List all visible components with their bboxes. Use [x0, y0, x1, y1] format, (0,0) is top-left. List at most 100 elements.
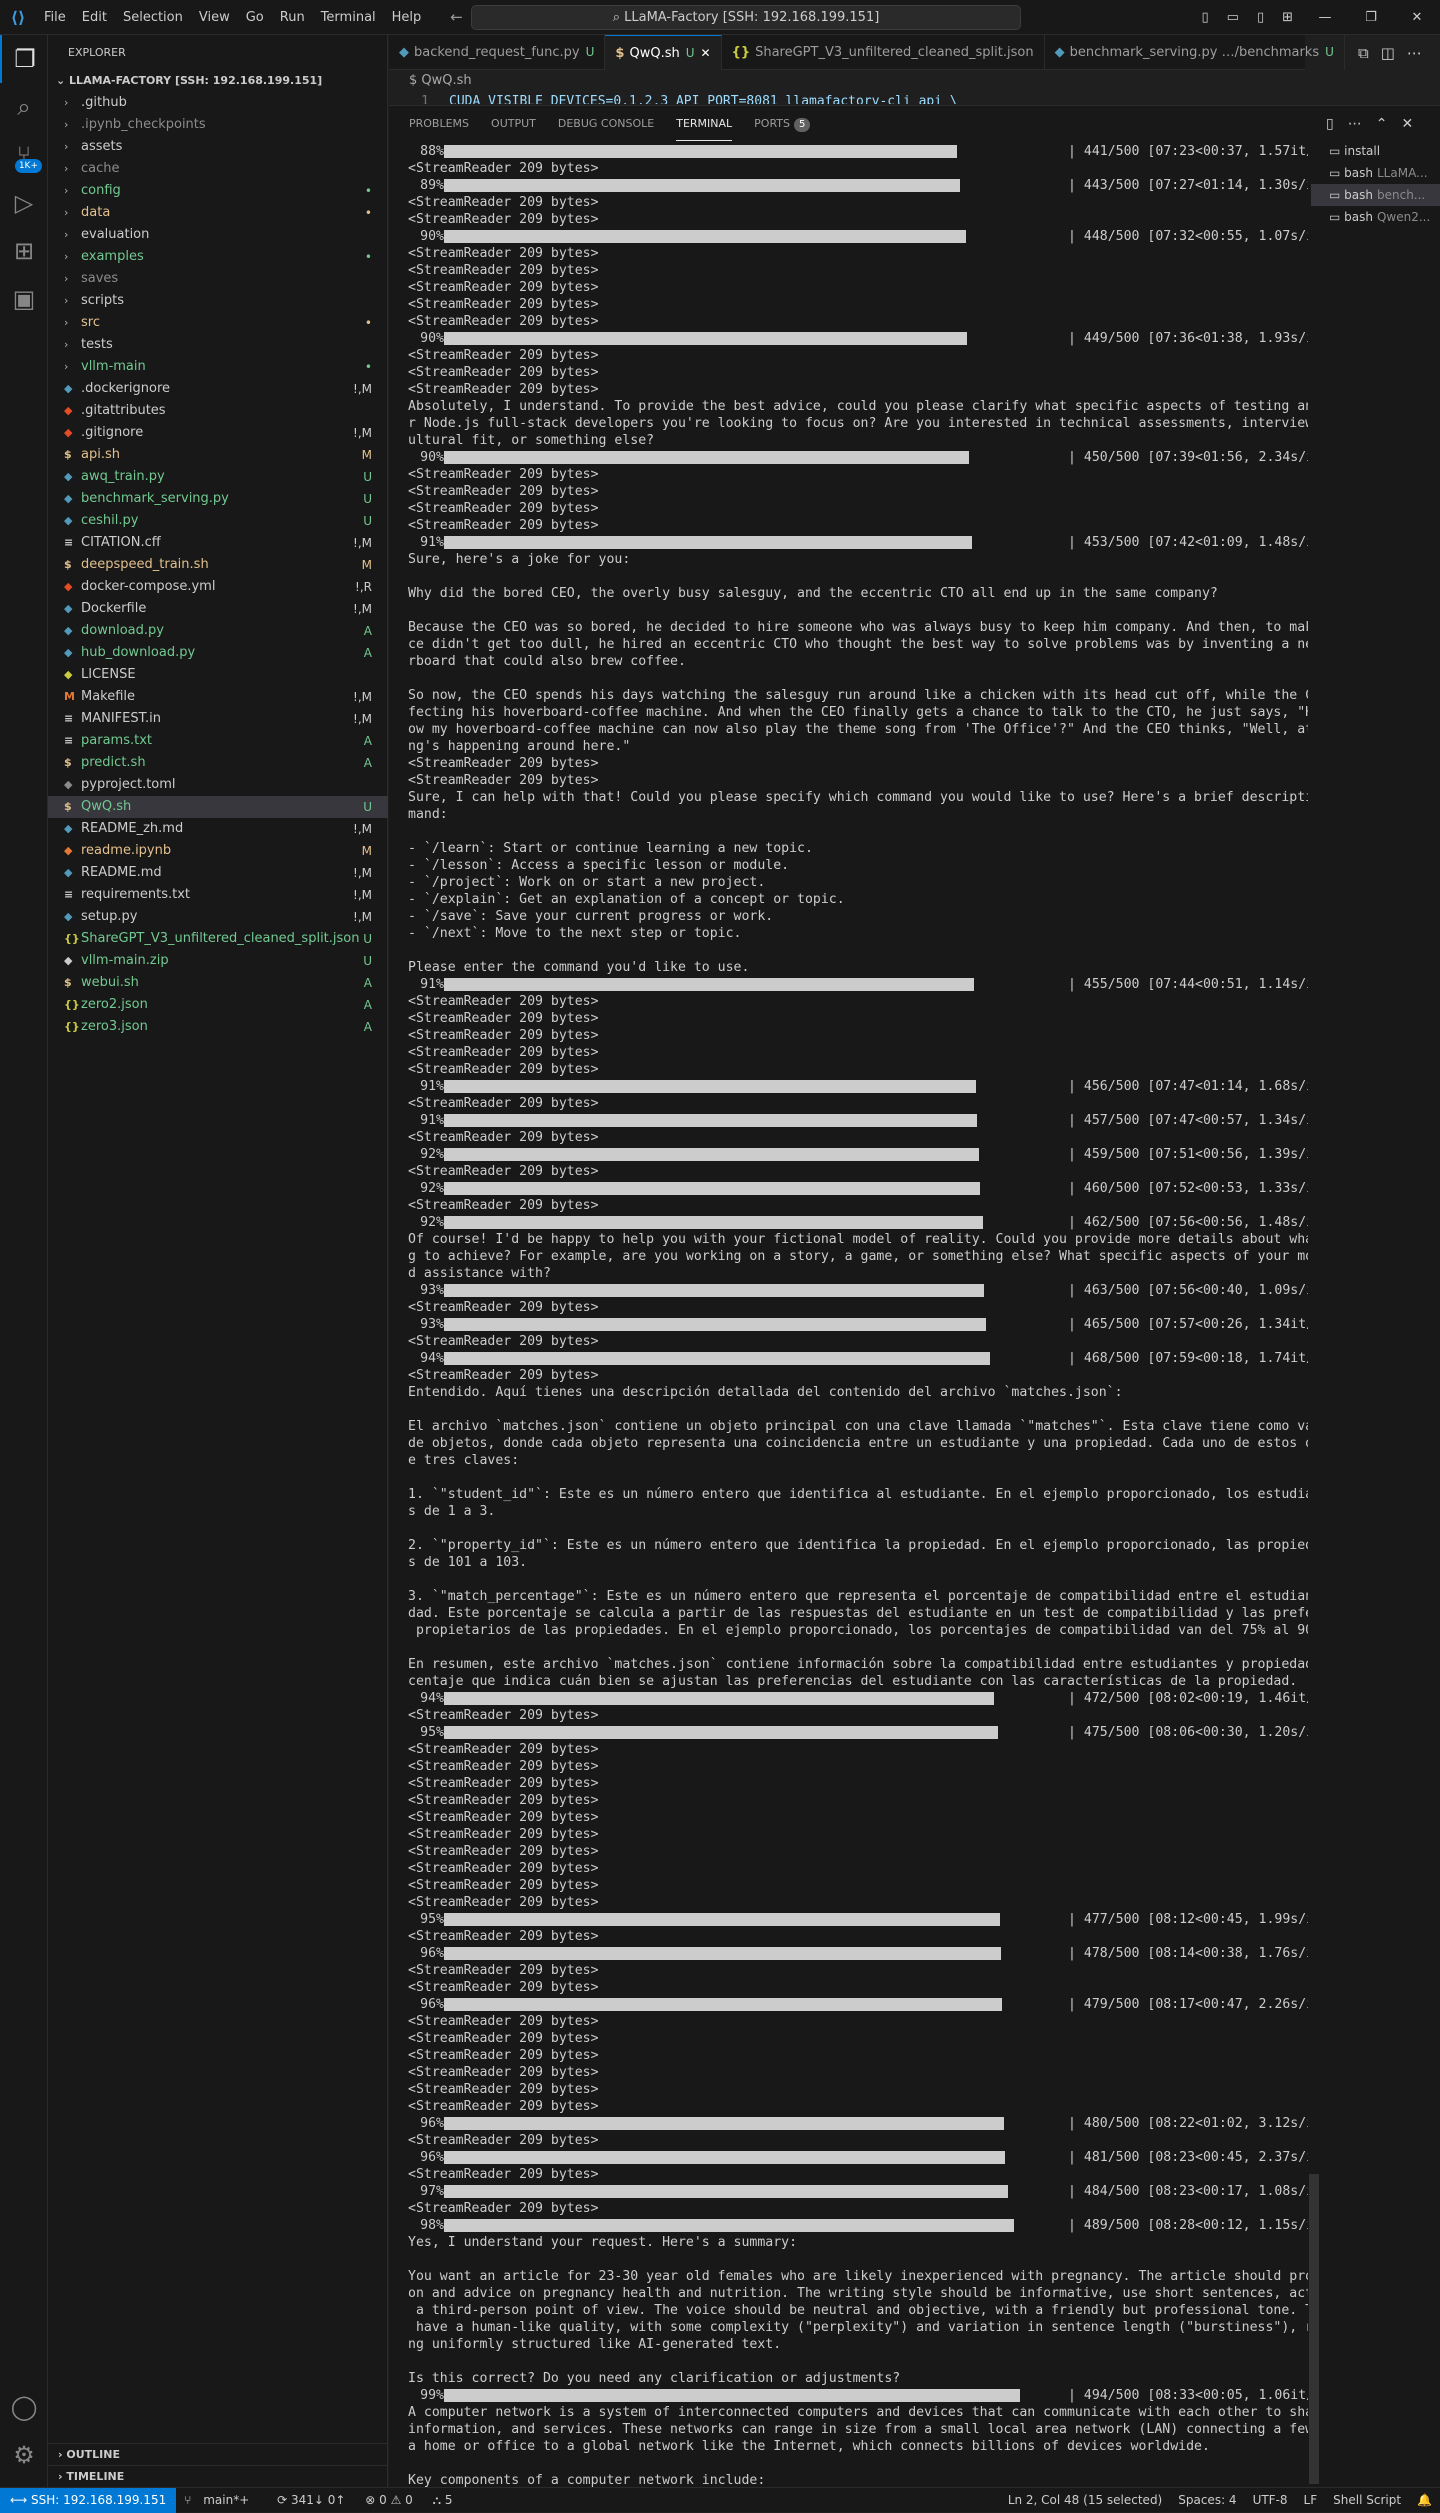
close-panel-icon[interactable]: ✕ — [1394, 116, 1420, 132]
file-item[interactable]: $ QwQ.sh U — [48, 796, 388, 818]
customize-layout-icon[interactable]: ⊞ — [1273, 10, 1302, 25]
editor-first-line[interactable]: 1 CUDA_VISIBLE_DEVICES=0,1,2,3 API_PORT=8… — [389, 92, 1305, 104]
explorer-icon[interactable]: ❐ — [0, 35, 48, 83]
panel-tab-ports[interactable]: PORTS 5 — [754, 106, 811, 141]
manage-gear-icon[interactable]: ⚙ — [0, 2431, 48, 2479]
terminal-instance[interactable]: ▭ bash LLaMA... — [1311, 162, 1440, 184]
panel-tab-output[interactable]: OUTPUT — [491, 106, 536, 141]
file-item[interactable]: ◆ LICENSE — [48, 664, 388, 686]
menu-terminal[interactable]: Terminal — [313, 0, 384, 35]
folder-item[interactable]: › src • — [48, 312, 388, 334]
terminal-scrollbar[interactable] — [1309, 2174, 1319, 2484]
extensions-icon[interactable]: ⊞ — [0, 227, 48, 275]
file-item[interactable]: ◆ .gitignore !,M — [48, 422, 388, 444]
problems-indicator[interactable]: ⊗ 0 ⚠ 0 — [357, 2493, 421, 2507]
panel-tab-problems[interactable]: PROBLEMS — [409, 106, 469, 141]
file-item[interactable]: ≡ CITATION.cff !,M — [48, 532, 388, 554]
branch-indicator[interactable]: ⑂ main*+ — [176, 2493, 265, 2507]
file-item[interactable]: ◆ hub_download.py A — [48, 642, 388, 664]
folder-item[interactable]: › examples • — [48, 246, 388, 268]
editor-tab[interactable]: ◆ benchmark_serving.py …/benchmarks U — [1045, 35, 1345, 70]
menu-file[interactable]: File — [36, 0, 74, 35]
menu-selection[interactable]: Selection — [115, 0, 191, 35]
folder-item[interactable]: › config • — [48, 180, 388, 202]
folder-item[interactable]: › .github — [48, 92, 388, 114]
menu-edit[interactable]: Edit — [74, 0, 115, 35]
breadcrumb[interactable]: $ QwQ.sh — [389, 70, 472, 92]
editor-tab[interactable]: $ QwQ.sh U ✕ — [605, 35, 722, 70]
folder-item[interactable]: › .ipynb_checkpoints — [48, 114, 388, 136]
menu-view[interactable]: View — [191, 0, 238, 35]
notifications-bell-icon[interactable]: 🔔 — [1409, 2493, 1440, 2507]
account-icon[interactable]: ◯ — [0, 2383, 48, 2431]
restore-button[interactable]: ❐ — [1348, 10, 1394, 25]
toggle-secondary-sidebar-icon[interactable]: ▯ — [1248, 10, 1273, 25]
file-item[interactable]: ◆ .dockerignore !,M — [48, 378, 388, 400]
folder-item[interactable]: › cache — [48, 158, 388, 180]
back-arrow-icon[interactable]: ← — [443, 8, 470, 26]
more-panel-actions-icon[interactable]: ⋯ — [1341, 116, 1369, 132]
file-item[interactable]: ◆ pyproject.toml — [48, 774, 388, 796]
close-window-button[interactable]: ✕ — [1394, 10, 1440, 25]
terminal-instance[interactable]: ▭ bash bench... — [1311, 184, 1440, 206]
ports-indicator[interactable]: ⛬ 5 — [425, 2493, 461, 2507]
folder-item[interactable]: › vllm-main • — [48, 356, 388, 378]
menu-go[interactable]: Go — [238, 0, 272, 35]
indentation[interactable]: Spaces: 4 — [1170, 2493, 1244, 2507]
folder-item[interactable]: › evaluation — [48, 224, 388, 246]
file-item[interactable]: ◆ README.md !,M — [48, 862, 388, 884]
command-center-search[interactable]: ⌕ LLaMA-Factory [SSH: 192.168.199.151] — [471, 5, 1021, 30]
file-item[interactable]: {} zero3.json A — [48, 1016, 388, 1038]
panel-tab-terminal[interactable]: TERMINAL — [676, 106, 733, 141]
file-item[interactable]: $ webui.sh A — [48, 972, 388, 994]
folder-item[interactable]: › data • — [48, 202, 388, 224]
folder-item[interactable]: › saves — [48, 268, 388, 290]
sync-indicator[interactable]: ⟳ 341↓ 0↑ — [269, 2493, 353, 2507]
file-item[interactable]: ◆ docker-compose.yml !,R — [48, 576, 388, 598]
outline-section[interactable]: › OUTLINE — [48, 2443, 388, 2465]
run-debug-icon[interactable]: ▷ — [0, 179, 48, 227]
terminal-layout-icon[interactable]: ▯ — [1319, 116, 1341, 132]
source-control-icon[interactable]: ⑂ 1K+ — [0, 131, 48, 179]
file-item[interactable]: ◆ setup.py !,M — [48, 906, 388, 928]
file-item[interactable]: ◆ readme.ipynb M — [48, 840, 388, 862]
terminal-instance[interactable]: ▭ bash Qwen2... — [1311, 206, 1440, 228]
split-editor-icon[interactable]: ◫ — [1375, 44, 1401, 62]
file-item[interactable]: ≡ params.txt A — [48, 730, 388, 752]
terminal-instance[interactable]: ▭ install — [1311, 140, 1440, 162]
encoding[interactable]: UTF-8 — [1245, 2493, 1296, 2507]
file-item[interactable]: $ deepspeed_train.sh M — [48, 554, 388, 576]
maximize-panel-icon[interactable]: ⌃ — [1369, 116, 1395, 132]
toggle-primary-sidebar-icon[interactable]: ▯ — [1192, 10, 1217, 25]
folder-item[interactable]: › tests — [48, 334, 388, 356]
compare-icon[interactable]: ⧉ — [1352, 44, 1375, 62]
file-item[interactable]: {} zero2.json A — [48, 994, 388, 1016]
panel-tab-debug-console[interactable]: DEBUG CONSOLE — [558, 106, 654, 141]
minimize-button[interactable]: — — [1302, 10, 1348, 25]
file-item[interactable]: ◆ vllm-main.zip U — [48, 950, 388, 972]
file-item[interactable]: ◆ README_zh.md !,M — [48, 818, 388, 840]
toggle-panel-icon[interactable]: ▭ — [1218, 10, 1248, 25]
search-icon[interactable]: ⌕ — [0, 83, 48, 131]
file-item[interactable]: ◆ download.py A — [48, 620, 388, 642]
menu-help[interactable]: Help — [384, 0, 430, 35]
file-item[interactable]: $ api.sh M — [48, 444, 388, 466]
file-item[interactable]: {} ShareGPT_V3_unfiltered_cleaned_split.j… — [48, 928, 388, 950]
explorer-root-folder[interactable]: ⌄ LLAMA-FACTORY [SSH: 192.168.199.151] — [48, 70, 387, 92]
file-item[interactable]: M Makefile !,M — [48, 686, 388, 708]
folder-item[interactable]: › scripts — [48, 290, 388, 312]
more-actions-icon[interactable]: ⋯ — [1401, 44, 1428, 62]
terminal-output[interactable]: 88% | 441/500 [07:23<00:37, 1.57it/s] <Str… — [408, 143, 1308, 2488]
file-item[interactable]: ◆ Dockerfile !,M — [48, 598, 388, 620]
cursor-position[interactable]: Ln 2, Col 48 (15 selected) — [1000, 2493, 1170, 2507]
editor-tab[interactable]: ◆ backend_request_func.py U — [389, 35, 606, 70]
menu-run[interactable]: Run — [272, 0, 313, 35]
file-item[interactable]: ◆ .gitattributes — [48, 400, 388, 422]
file-item[interactable]: ◆ awq_train.py U — [48, 466, 388, 488]
file-item[interactable]: $ predict.sh A — [48, 752, 388, 774]
file-item[interactable]: ≡ MANIFEST.in !,M — [48, 708, 388, 730]
close-tab-icon[interactable]: ✕ — [701, 46, 711, 60]
editor-tab[interactable]: {} ShareGPT_V3_unfiltered_cleaned_split.j… — [722, 35, 1045, 70]
remote-explorer-icon[interactable]: ▣ — [0, 275, 48, 323]
file-item[interactable]: ◆ benchmark_serving.py U — [48, 488, 388, 510]
